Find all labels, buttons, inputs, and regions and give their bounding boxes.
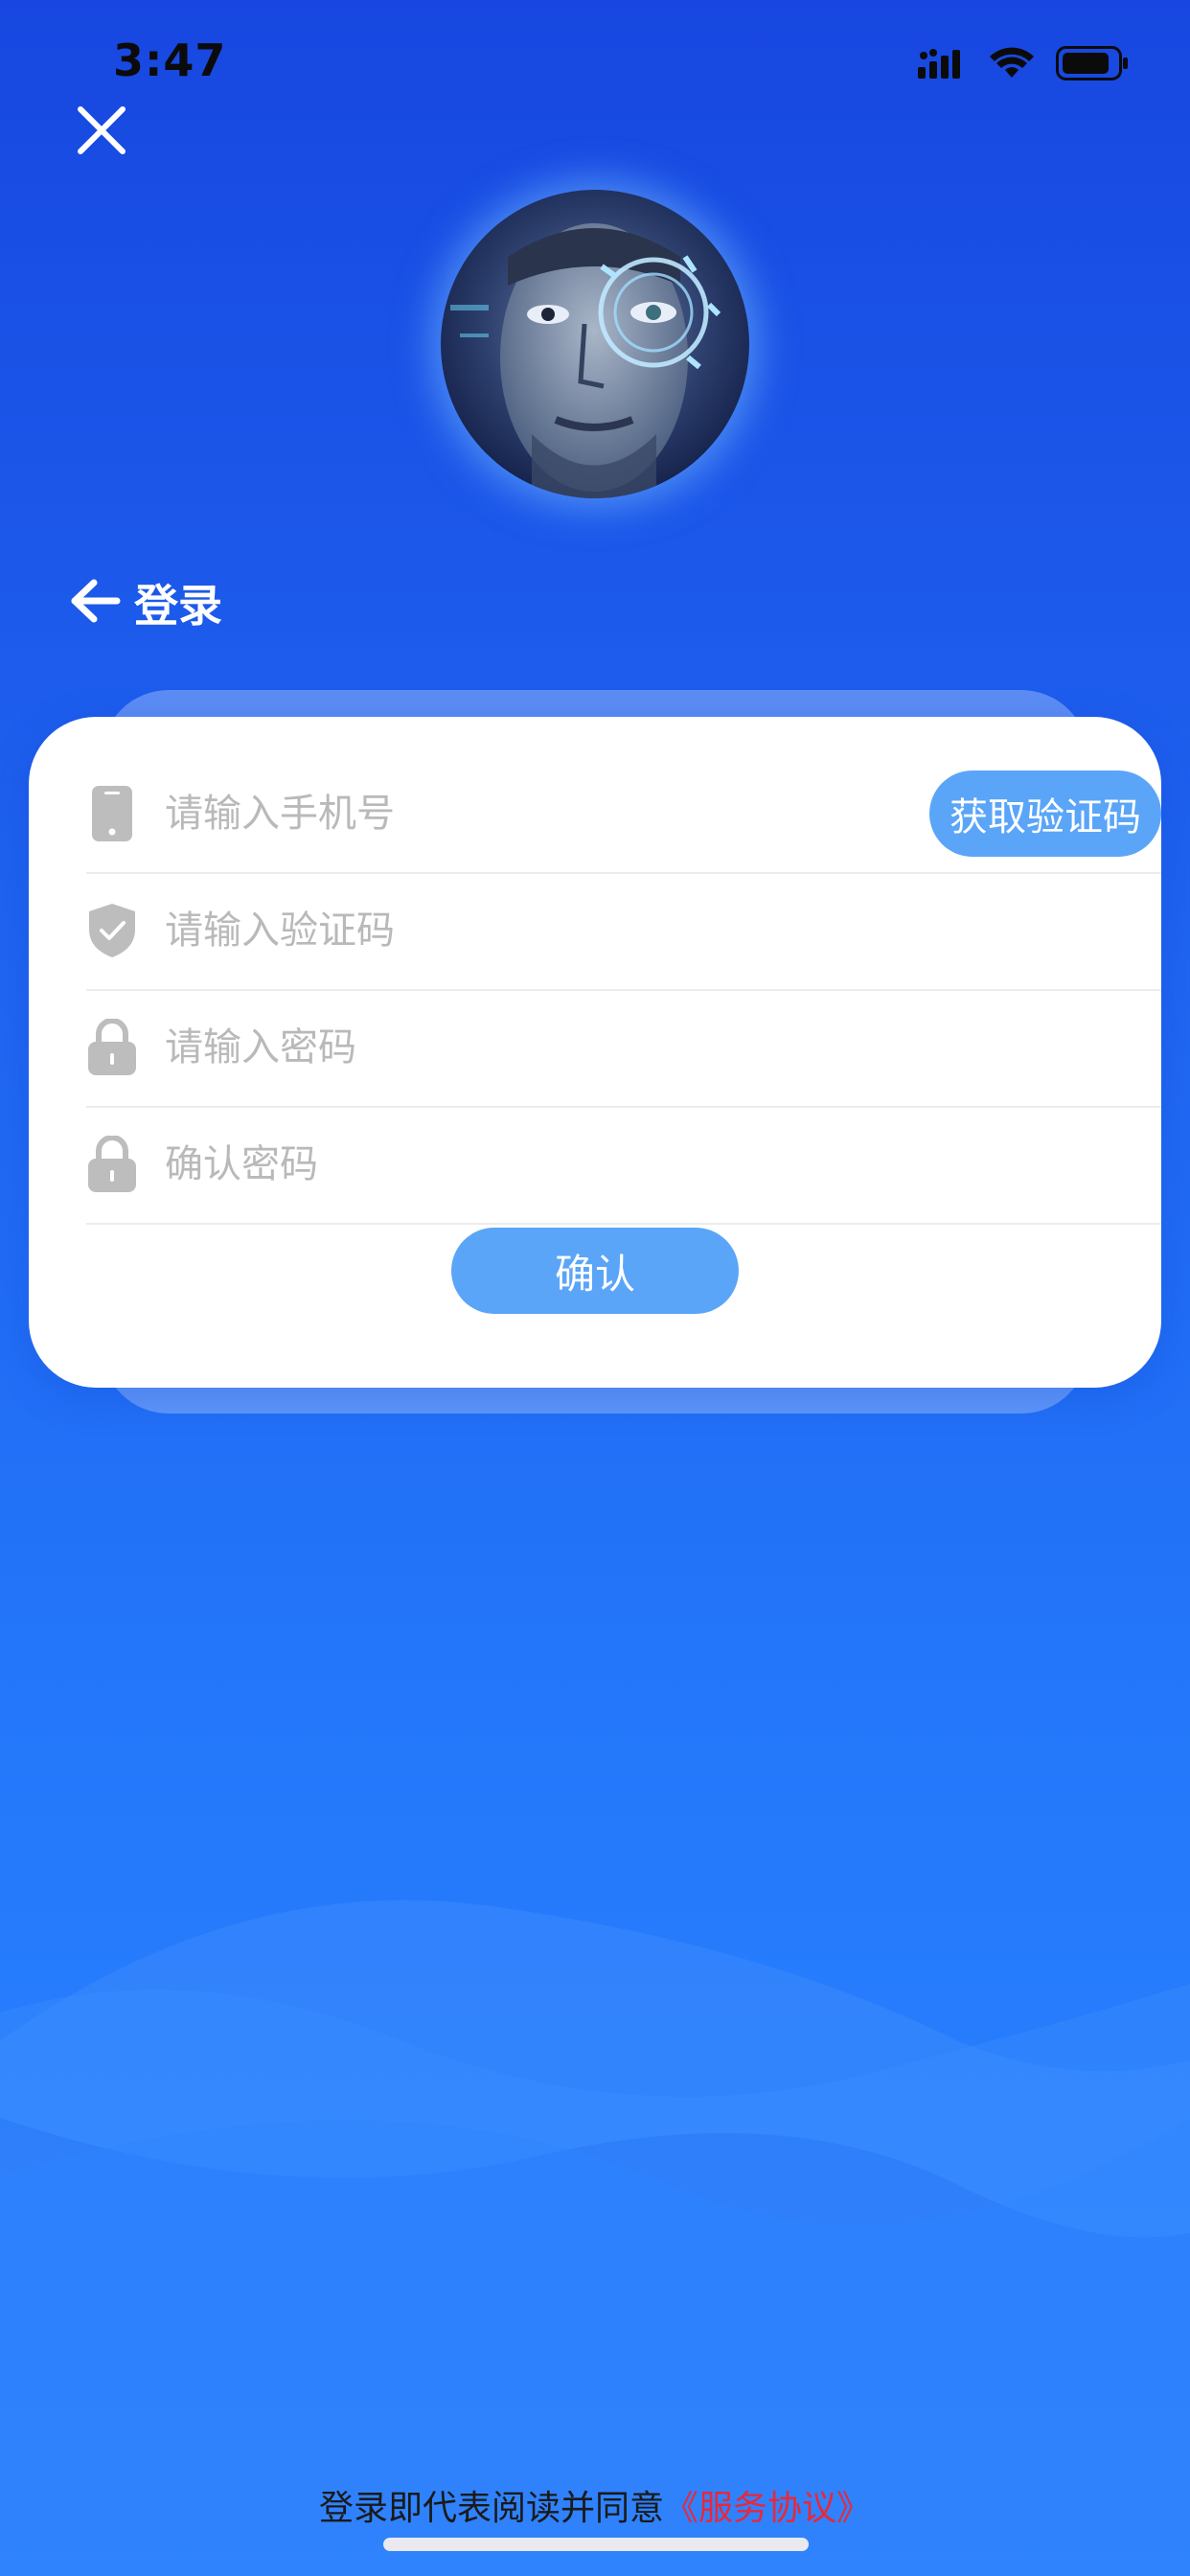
wave-decoration	[0, 1899, 1190, 2576]
page-title: 登录	[134, 580, 222, 632]
password-input[interactable]	[163, 1024, 837, 1070]
signal-icon	[918, 48, 968, 82]
battery-icon	[1056, 46, 1129, 84]
confirm-password-row	[86, 1106, 1161, 1225]
shield-icon	[86, 902, 138, 959]
get-code-button[interactable]: 获取验证码	[929, 770, 1161, 857]
code-input[interactable]	[163, 908, 837, 954]
home-indicator[interactable]	[383, 2538, 809, 2551]
agreement-text: 登录即代表阅读并同意《服务协议》	[0, 2480, 1190, 2530]
wifi-icon	[989, 47, 1035, 83]
status-icons	[918, 46, 1129, 84]
lock-icon	[86, 1136, 138, 1193]
agreement-prefix: 登录即代表阅读并同意	[318, 2489, 664, 2528]
phone-icon	[86, 785, 138, 842]
service-agreement-link[interactable]: 《服务协议》	[664, 2489, 871, 2528]
avatar	[441, 190, 749, 498]
status-time: 3:47	[113, 34, 227, 86]
confirm-button[interactable]: 确认	[451, 1228, 739, 1314]
confirm-password-input[interactable]	[163, 1141, 837, 1187]
phone-input[interactable]	[163, 791, 837, 837]
close-icon	[75, 106, 128, 161]
password-row	[86, 989, 1161, 1108]
code-row	[86, 872, 1161, 991]
back-button[interactable]: 登录	[69, 571, 222, 634]
close-button[interactable]	[75, 104, 128, 157]
lock-icon	[86, 1019, 138, 1076]
phone-row: 获取验证码	[86, 755, 1161, 874]
arrow-left-icon	[69, 579, 121, 627]
